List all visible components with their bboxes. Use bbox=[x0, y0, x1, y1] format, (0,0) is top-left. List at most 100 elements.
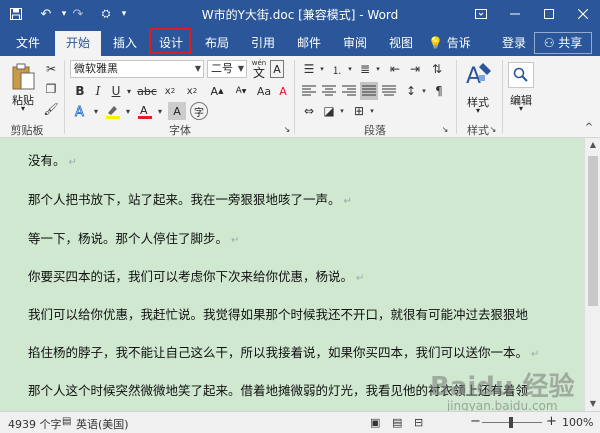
multilevel-list-icon[interactable]: ≣ bbox=[356, 60, 374, 78]
zoom-level[interactable]: 100% bbox=[562, 416, 593, 429]
justify-icon[interactable] bbox=[360, 82, 378, 100]
paste-icon[interactable] bbox=[8, 62, 38, 92]
numbering-dropdown-icon[interactable]: ▾ bbox=[346, 60, 354, 78]
strikethrough-icon[interactable]: abc bbox=[136, 82, 158, 100]
maximize-button[interactable] bbox=[532, 0, 566, 28]
scroll-down-icon[interactable]: ▼ bbox=[585, 397, 600, 411]
print-layout-icon[interactable]: ▤ bbox=[392, 416, 402, 429]
align-right-icon[interactable] bbox=[340, 82, 358, 100]
sort-icon[interactable]: ⇅ bbox=[428, 60, 446, 78]
styles-dropdown-icon[interactable]: ▾ bbox=[472, 106, 484, 115]
tell-me-box[interactable]: 💡 告诉我... bbox=[428, 31, 494, 75]
tab-file[interactable]: 文件 bbox=[6, 31, 50, 56]
superscript-icon[interactable]: x2 bbox=[182, 82, 202, 100]
subscript-icon[interactable]: x2 bbox=[160, 82, 180, 100]
italic-icon[interactable]: I bbox=[90, 82, 106, 100]
tab-home[interactable]: 开始 bbox=[55, 31, 101, 56]
paragraph[interactable]: 没有。 ↵ bbox=[28, 150, 77, 169]
web-layout-icon[interactable]: ⊟ bbox=[414, 416, 423, 429]
change-case-icon[interactable]: Aa bbox=[254, 82, 274, 100]
styles-icon[interactable]: A bbox=[464, 60, 494, 92]
highlight-icon[interactable] bbox=[104, 102, 122, 120]
status-bar: 4939 个字 ▤ 英语(美国) ▣ ▤ ⊟ − + 100% bbox=[0, 411, 600, 433]
collapse-ribbon-icon[interactable]: ^ bbox=[582, 118, 596, 136]
font-dialog-launcher-icon[interactable]: ↘ bbox=[282, 120, 292, 138]
paragraph[interactable]: 那个人把书放下，站了起来。我在一旁狠狠地咳了一声。 ↵ bbox=[28, 189, 352, 208]
bullets-icon[interactable]: ☰ bbox=[300, 60, 318, 78]
bold-icon[interactable]: B bbox=[72, 82, 88, 100]
paragraph-dialog-launcher-icon[interactable]: ↘ bbox=[440, 120, 450, 138]
tab-view[interactable]: 视图 bbox=[380, 31, 422, 56]
language-indicator[interactable]: 英语(美国) bbox=[76, 416, 129, 432]
enclose-characters-icon[interactable]: 字 bbox=[190, 102, 208, 120]
baidu-watermark: Baidu 经验 jingyan.baidu.com bbox=[430, 366, 574, 413]
zoom-out-button[interactable]: − bbox=[470, 414, 481, 429]
paragraph-mark: ↵ bbox=[531, 349, 540, 360]
text-effects-icon[interactable]: A bbox=[72, 102, 90, 120]
font-size-combo[interactable]: 二号 ▼ bbox=[207, 60, 247, 78]
share-button[interactable]: ⚇ 共享 bbox=[534, 32, 592, 54]
numbering-icon[interactable]: ⒈ bbox=[328, 60, 346, 78]
character-border-icon[interactable]: A bbox=[270, 60, 284, 78]
paragraph-group-label: 段落 bbox=[364, 124, 386, 137]
cut-icon[interactable]: ✂ bbox=[42, 60, 60, 78]
bullets-dropdown-icon[interactable]: ▾ bbox=[318, 60, 326, 78]
multilevel-dropdown-icon[interactable]: ▾ bbox=[374, 60, 382, 78]
close-button[interactable] bbox=[566, 0, 600, 28]
svg-text:A: A bbox=[75, 105, 84, 119]
read-mode-icon[interactable]: ▣ bbox=[370, 416, 380, 429]
font-shrink-icon[interactable]: A ▼ bbox=[230, 82, 252, 100]
effects-dropdown-icon[interactable]: ▾ bbox=[91, 102, 101, 120]
decrease-indent-icon[interactable]: ⇤ bbox=[386, 60, 404, 78]
paste-dropdown-icon[interactable]: ▾ bbox=[16, 104, 30, 113]
paragraph-mark: ↵ bbox=[343, 196, 352, 207]
paragraph[interactable]: 等一下，杨说。那个人停住了脚步。 ↵ bbox=[28, 228, 239, 247]
line-spacing-dropdown-icon[interactable]: ▾ bbox=[420, 82, 428, 100]
ribbon-display-icon[interactable] bbox=[464, 0, 498, 28]
increase-indent-icon[interactable]: ⇥ bbox=[406, 60, 424, 78]
search-icon[interactable] bbox=[508, 62, 534, 88]
font-color-icon[interactable]: A bbox=[136, 102, 154, 120]
clear-formatting-icon[interactable]: A bbox=[276, 82, 290, 100]
ribbon: 粘贴 ▾ ✂ ❐ 🖌 剪贴板 微软雅黑 ▼ 二号 ▼ wén 文 A B I U… bbox=[0, 56, 600, 138]
show-marks-icon[interactable]: ¶ bbox=[430, 82, 448, 100]
minimize-button[interactable] bbox=[498, 0, 532, 28]
editing-dropdown-icon[interactable]: ▾ bbox=[515, 104, 527, 113]
borders-dropdown-icon[interactable]: ▾ bbox=[368, 102, 376, 120]
font-name-combo[interactable]: 微软雅黑 ▼ bbox=[70, 60, 204, 78]
paragraph[interactable]: 我们可以给你优惠，我赶忙说。我觉得如果那个时候我还不开口，就很有可能冲过去狠狠地 bbox=[28, 304, 528, 323]
line-spacing-icon[interactable]: ↕ bbox=[402, 82, 420, 100]
underline-icon[interactable]: U bbox=[108, 82, 124, 100]
format-painter-icon[interactable]: 🖌 bbox=[42, 100, 60, 118]
word-count[interactable]: 4939 个字 bbox=[8, 416, 62, 432]
underline-dropdown-icon[interactable]: ▾ bbox=[124, 82, 134, 100]
zoom-in-button[interactable]: + bbox=[546, 414, 557, 429]
align-left-icon[interactable] bbox=[300, 82, 318, 100]
highlight-dropdown-icon[interactable]: ▾ bbox=[123, 102, 133, 120]
tab-insert[interactable]: 插入 bbox=[104, 31, 146, 56]
phonetic-guide-icon[interactable]: wén 文 bbox=[250, 58, 268, 80]
tab-review[interactable]: 审阅 bbox=[334, 31, 376, 56]
login-link[interactable]: 登录 bbox=[496, 31, 532, 56]
shading-icon[interactable]: ◪ bbox=[320, 102, 338, 120]
styles-dialog-launcher-icon[interactable]: ↘ bbox=[488, 120, 498, 138]
scrollbar-thumb[interactable] bbox=[588, 156, 598, 306]
proofing-icon[interactable]: ▤ bbox=[62, 416, 71, 427]
copy-icon[interactable]: ❐ bbox=[42, 80, 60, 98]
shading-dropdown-icon[interactable]: ▾ bbox=[338, 102, 346, 120]
character-shading-icon[interactable]: A bbox=[168, 102, 186, 120]
distributed-icon[interactable] bbox=[380, 82, 398, 100]
scroll-up-icon[interactable]: ▲ bbox=[585, 138, 600, 152]
font-grow-icon[interactable]: A ▲ bbox=[206, 82, 228, 100]
borders-icon[interactable]: ⊞ bbox=[350, 102, 368, 120]
align-center-icon[interactable] bbox=[320, 82, 338, 100]
vertical-scrollbar[interactable]: ▲ ▼ bbox=[584, 138, 600, 411]
zoom-slider-thumb[interactable] bbox=[509, 417, 513, 428]
font-color-dropdown-icon[interactable]: ▾ bbox=[155, 102, 165, 120]
paragraph[interactable]: 掐住杨的脖子，我不能让自己这么干，所以我接着说，如果你买四本，我们可以送你一本。… bbox=[28, 342, 539, 361]
tab-layout[interactable]: 布局 bbox=[196, 31, 238, 56]
tab-references[interactable]: 引用 bbox=[242, 31, 284, 56]
tab-mailings[interactable]: 邮件 bbox=[288, 31, 330, 56]
paragraph[interactable]: 你要买四本的话，我们可以考虑你下次来给你优惠，杨说。 ↵ bbox=[28, 266, 364, 285]
chinese-layout-icon[interactable]: ⇔ bbox=[300, 102, 318, 120]
